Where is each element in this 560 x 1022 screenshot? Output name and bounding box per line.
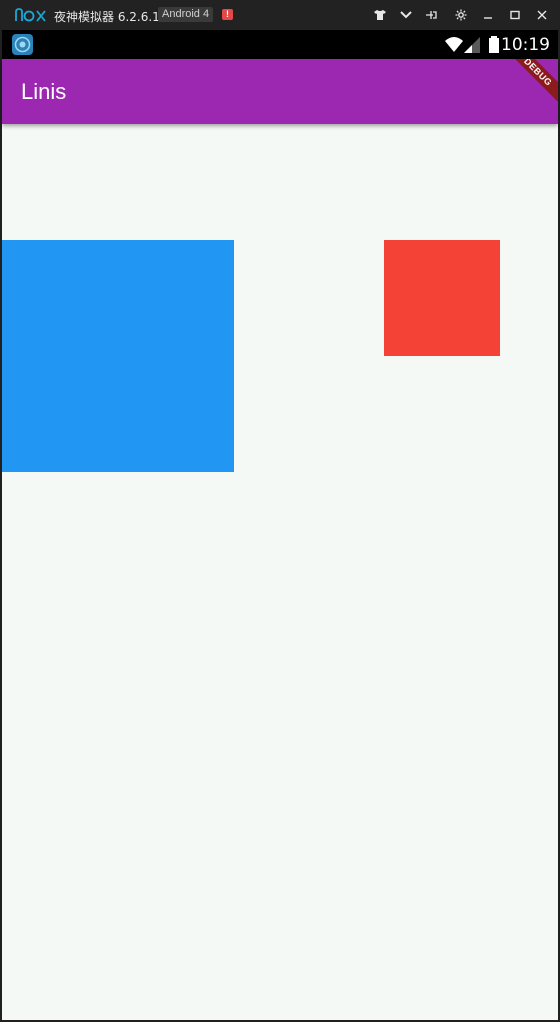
signal-icon xyxy=(464,37,480,53)
red-square xyxy=(384,240,500,356)
blue-square xyxy=(2,240,234,472)
pin-icon[interactable] xyxy=(424,7,440,23)
wifi-icon xyxy=(445,37,463,52)
status-icons xyxy=(445,36,499,53)
battery-icon xyxy=(489,36,499,53)
page-title: Linis xyxy=(21,79,67,104)
emulator-title: 夜神模拟器 6.2.6.1 xyxy=(54,10,160,24)
app-bar: Linis DEBUG xyxy=(2,59,558,124)
shirt-icon[interactable] xyxy=(372,7,388,23)
close-icon[interactable] xyxy=(534,7,550,23)
android-status-bar: 10:19 xyxy=(2,30,558,59)
alert-icon[interactable]: ! xyxy=(222,9,233,20)
nox-app-icon xyxy=(12,34,33,55)
minimize-icon[interactable] xyxy=(480,7,496,23)
android-version-badge: Android 4 xyxy=(158,7,214,22)
main-content xyxy=(2,124,558,1020)
status-time: 10:19 xyxy=(501,35,550,55)
emulator-title-bar: 夜神模拟器 6.2.6.1 Android 4 ! xyxy=(0,0,560,30)
emulator-window: 夜神模拟器 6.2.6.1 Android 4 ! 10:19 Linis DE… xyxy=(0,0,560,1022)
chevron-down-icon[interactable] xyxy=(398,7,414,23)
debug-banner: DEBUG xyxy=(497,59,558,113)
maximize-icon[interactable] xyxy=(507,7,523,23)
gear-icon[interactable] xyxy=(453,7,469,23)
nox-logo-icon xyxy=(15,8,46,22)
